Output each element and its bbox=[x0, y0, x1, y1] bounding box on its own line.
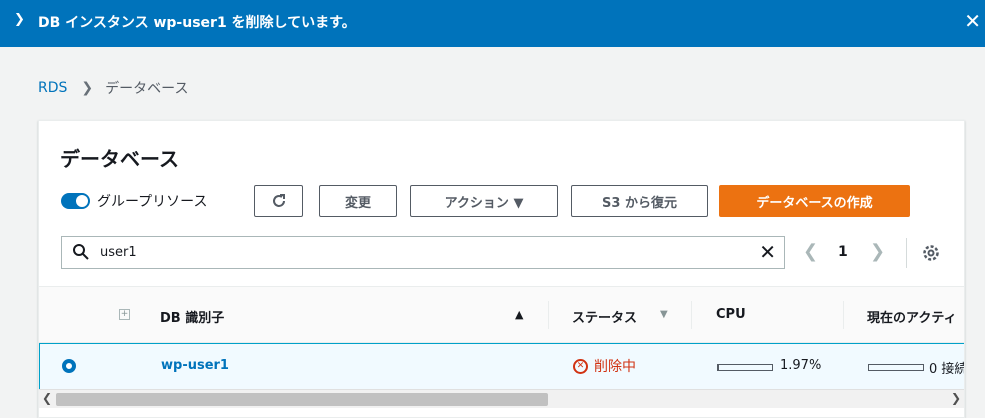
expand-all-icon[interactable]: + bbox=[119, 309, 130, 320]
column-status[interactable]: ステータス bbox=[572, 307, 637, 326]
gear-icon[interactable] bbox=[921, 243, 941, 263]
breadcrumb: RDS ❯ データベース bbox=[38, 78, 188, 98]
create-database-button[interactable]: データベースの作成 bbox=[719, 185, 910, 217]
close-icon[interactable]: ✕ bbox=[964, 9, 981, 33]
status-badge: ✕ 削除中 bbox=[573, 356, 636, 376]
table-header: + DB 識別子 ▲ ステータス ▼ CPU 現在のアクティ bbox=[39, 286, 964, 343]
next-page-icon[interactable]: ❯ bbox=[870, 241, 885, 262]
column-cpu[interactable]: CPU bbox=[716, 307, 746, 322]
breadcrumb-current: データベース bbox=[105, 81, 189, 97]
group-resources-toggle[interactable] bbox=[61, 193, 90, 209]
row-radio-button[interactable] bbox=[62, 359, 76, 373]
divider bbox=[906, 238, 907, 268]
actions-dropdown-button[interactable]: アクション ▼ bbox=[410, 185, 558, 217]
column-current-activity[interactable]: 現在のアクティ bbox=[867, 307, 957, 326]
column-divider bbox=[691, 301, 692, 329]
refresh-icon bbox=[272, 194, 285, 207]
horizontal-scrollbar[interactable]: ❮ ❯ bbox=[39, 389, 964, 408]
notification-message: DB インスタンス wp-user1 を削除しています。 bbox=[38, 15, 356, 31]
deletion-notification-banner: ❯ DB インスタンス wp-user1 を削除しています。 ✕ bbox=[0, 0, 985, 47]
chevron-right-icon[interactable]: ❯ bbox=[14, 12, 25, 27]
table-row[interactable]: wp-user1 ✕ 削除中 1.97% 0 接続 bbox=[39, 343, 965, 390]
sort-ascending-icon[interactable]: ▲ bbox=[515, 308, 523, 321]
breadcrumb-separator-icon: ❯ bbox=[81, 80, 94, 96]
modify-button[interactable]: 変更 bbox=[319, 185, 397, 217]
databases-panel: データベース グループリソース 変更 アクション ▼ S3 から復元 データベー… bbox=[38, 120, 965, 418]
column-divider bbox=[843, 301, 844, 329]
page-title: データベース bbox=[60, 147, 179, 171]
current-page-number[interactable]: 1 bbox=[838, 244, 848, 260]
scroll-right-icon[interactable]: ❯ bbox=[951, 391, 961, 405]
error-icon: ✕ bbox=[573, 358, 588, 374]
column-db-id[interactable]: DB 識別子 bbox=[160, 307, 224, 326]
status-text: 削除中 bbox=[594, 359, 636, 375]
db-identifier-link[interactable]: wp-user1 bbox=[161, 358, 229, 373]
cpu-usage-fill bbox=[718, 365, 720, 370]
group-resources-label: グループリソース bbox=[97, 194, 208, 210]
column-divider bbox=[548, 301, 549, 329]
refresh-button[interactable] bbox=[254, 185, 303, 217]
toggle-knob bbox=[76, 195, 88, 207]
scrollbar-thumb[interactable] bbox=[56, 393, 548, 406]
breadcrumb-rds-link[interactable]: RDS bbox=[38, 80, 67, 96]
previous-page-icon[interactable]: ❮ bbox=[803, 241, 818, 262]
search-input[interactable]: user1 ✕ bbox=[61, 236, 785, 269]
clear-search-icon[interactable]: ✕ bbox=[759, 240, 776, 264]
connections-value: 0 接続 bbox=[929, 362, 965, 377]
search-icon bbox=[73, 244, 89, 260]
sort-icon[interactable]: ▼ bbox=[660, 309, 668, 320]
scroll-left-icon[interactable]: ❮ bbox=[42, 391, 52, 405]
cpu-usage-bar bbox=[717, 364, 773, 371]
search-value: user1 bbox=[100, 245, 137, 260]
cpu-value: 1.97% bbox=[780, 358, 822, 373]
connections-bar bbox=[868, 364, 924, 371]
restore-from-s3-button[interactable]: S3 から復元 bbox=[571, 185, 708, 217]
